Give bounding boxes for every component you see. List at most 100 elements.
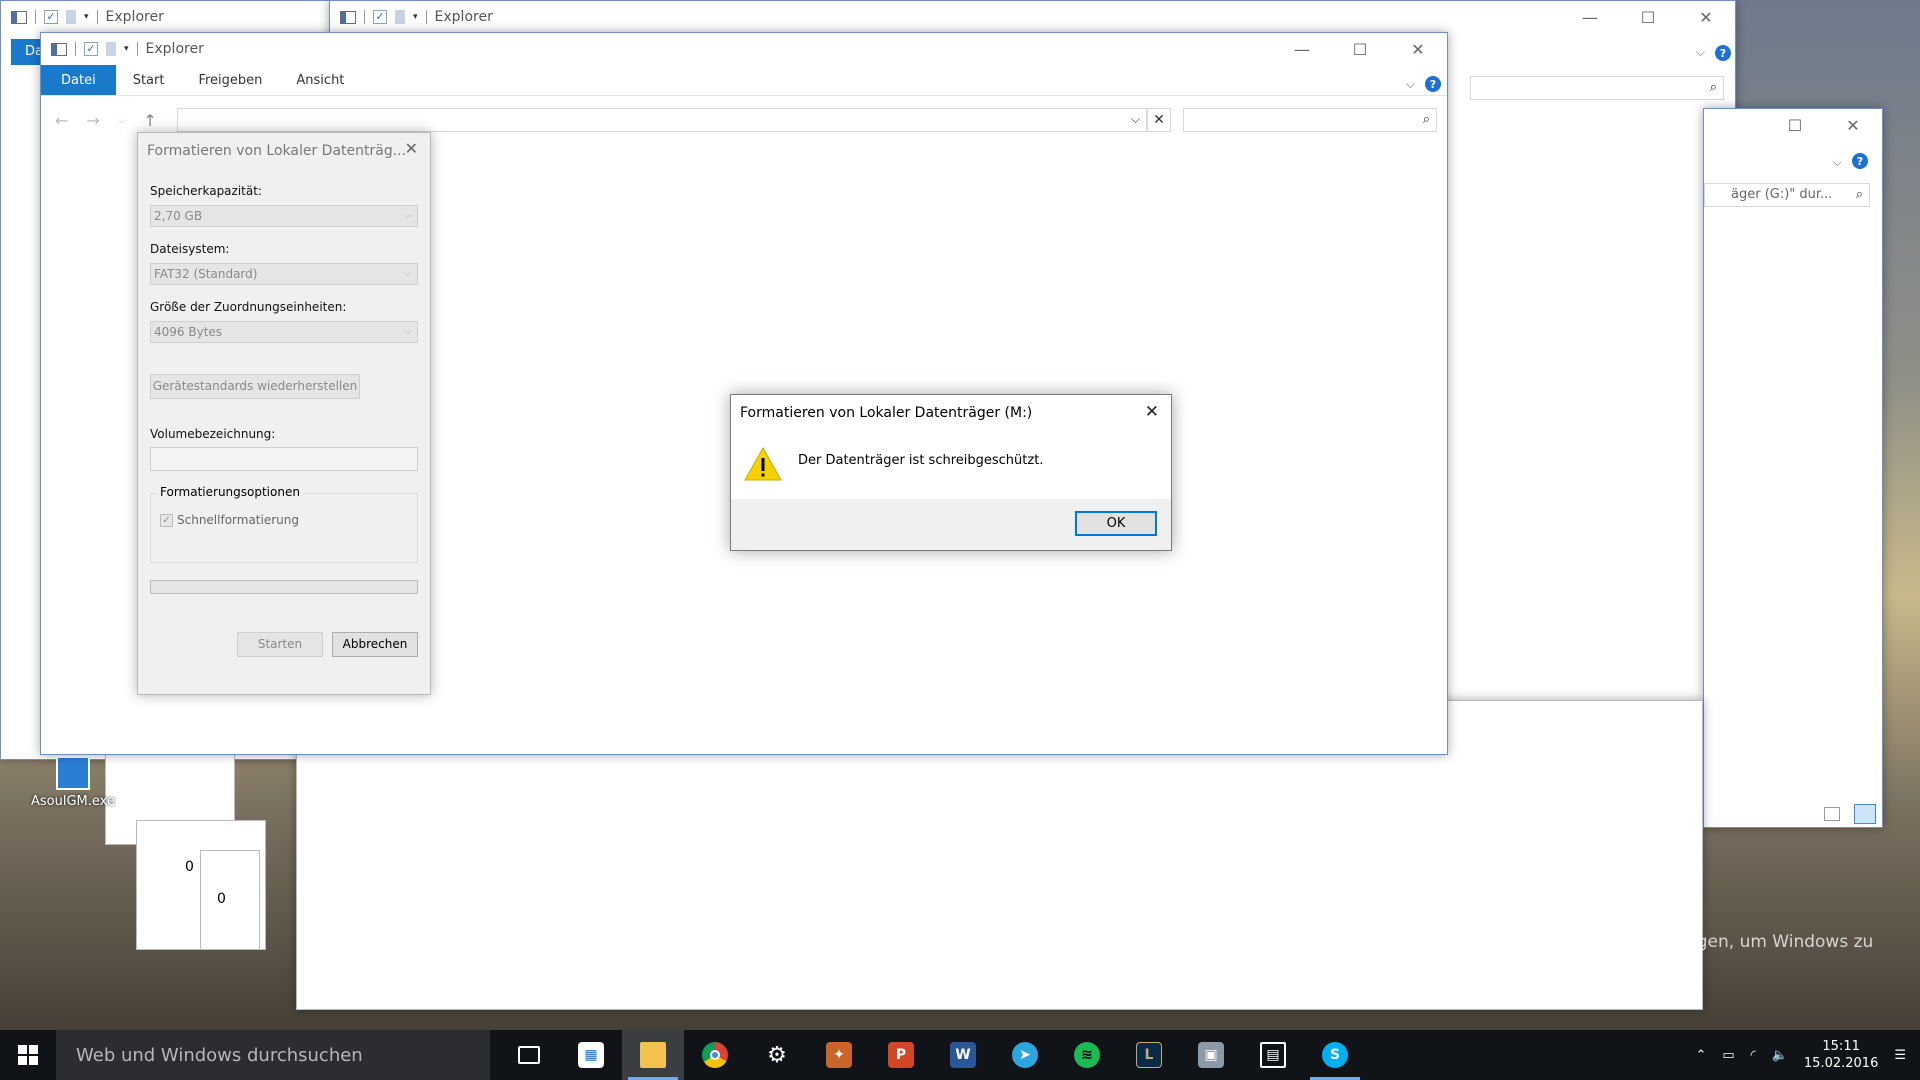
ok-button[interactable]: OK xyxy=(1075,511,1157,536)
minimize-icon[interactable]: — xyxy=(1273,33,1331,65)
store-icon[interactable]: ▦ xyxy=(560,1030,622,1080)
chrome-center xyxy=(710,1050,720,1060)
window-title: Explorer xyxy=(434,9,493,25)
customize-dropdown-icon[interactable]: ▾ xyxy=(413,12,418,22)
quick-access-toolbar: ✓ ▾ Explorer xyxy=(1,9,164,25)
tab-start[interactable]: Start xyxy=(116,65,182,95)
chrome-icon[interactable] xyxy=(684,1030,746,1080)
telegram-icon[interactable]: ➤ xyxy=(994,1030,1056,1080)
new-folder-icon[interactable] xyxy=(66,10,76,24)
properties-icon[interactable]: ✓ xyxy=(373,10,387,24)
photos-icon[interactable]: ▣ xyxy=(1180,1030,1242,1080)
ribbon-expand-icon[interactable]: ⌵ xyxy=(1833,155,1842,170)
quick-format-checkbox[interactable]: ✓ Schnellformatierung xyxy=(160,513,299,527)
battery-icon[interactable]: ▭ xyxy=(1722,1048,1734,1063)
new-folder-icon[interactable] xyxy=(106,42,116,56)
details-view-icon[interactable] xyxy=(1824,807,1840,821)
gear-glyph: ⚙ xyxy=(767,1042,787,1068)
close-icon[interactable]: ✕ xyxy=(1389,33,1447,65)
league-glyph: L xyxy=(1136,1042,1162,1068)
start-button[interactable] xyxy=(0,1030,56,1080)
close-icon[interactable]: ✕ xyxy=(1145,402,1159,422)
taskbar-apps: ▦ ⚙ ✦ P W ➤ ≋ L ▣ ▤ S xyxy=(498,1030,1366,1080)
start-button[interactable]: Starten xyxy=(237,632,323,657)
title-bar[interactable]: ✓ ▾ Explorer — ☐ ✕ xyxy=(330,1,1735,33)
taskbar-search-input[interactable]: Web und Windows durchsuchen xyxy=(56,1030,490,1080)
close-icon[interactable]: ✕ xyxy=(405,139,418,158)
write-protected-message-box[interactable]: Formatieren von Lokaler Datenträger (M:)… xyxy=(730,394,1172,551)
format-dialog[interactable]: Formatieren von Lokaler Datenträg... ✕ S… xyxy=(137,132,431,695)
help-icon[interactable]: ? xyxy=(1425,76,1441,92)
desktop-icon-asoulgm[interactable]: AsoulGM.exe xyxy=(30,756,116,809)
file-explorer-icon[interactable] xyxy=(622,1030,684,1080)
customize-dropdown-icon[interactable]: ▾ xyxy=(84,12,89,22)
capacity-select[interactable]: 2,70 GB ⌵ xyxy=(150,205,418,227)
task-view-icon[interactable] xyxy=(498,1030,560,1080)
movies-glyph: ▤ xyxy=(1260,1042,1286,1068)
league-of-legends-icon[interactable]: L xyxy=(1118,1030,1180,1080)
search-input[interactable]: ⌕ xyxy=(1470,76,1724,100)
up-arrow-icon[interactable]: ↑ xyxy=(143,111,156,131)
message-box-footer: OK xyxy=(731,499,1171,550)
tab-freigeben[interactable]: Freigeben xyxy=(181,65,279,95)
close-icon[interactable]: ✕ xyxy=(1677,1,1735,33)
powerpoint-icon[interactable]: P xyxy=(870,1030,932,1080)
filesystem-select[interactable]: FAT32 (Standard) ⌵ xyxy=(150,263,418,285)
minimize-icon[interactable]: — xyxy=(1561,1,1619,33)
windows-logo-icon xyxy=(18,1045,38,1065)
skype-glyph: S xyxy=(1322,1042,1348,1068)
address-bar[interactable]: ⌵ xyxy=(177,108,1147,132)
allocation-select[interactable]: 4096 Bytes ⌵ xyxy=(150,321,418,343)
tab-datei[interactable]: Datei xyxy=(41,65,116,95)
maximize-icon[interactable]: ☐ xyxy=(1331,33,1389,65)
chevron-up-icon[interactable]: ⌃ xyxy=(1695,1048,1706,1063)
title-bar[interactable]: ✓ ▾ Explorer xyxy=(1,1,339,33)
restore-defaults-button[interactable]: Gerätestandards wiederherstellen xyxy=(150,374,360,399)
window-icon xyxy=(11,10,27,24)
properties-icon[interactable]: ✓ xyxy=(84,42,98,56)
spotify-icon[interactable]: ≋ xyxy=(1056,1030,1118,1080)
ribbon-file-tab[interactable]: Da xyxy=(11,39,43,65)
forward-arrow-icon[interactable]: → xyxy=(86,111,99,131)
unknown-app-icon[interactable]: ✦ xyxy=(808,1030,870,1080)
clock[interactable]: 15:11 15.02.2016 xyxy=(1804,1038,1878,1072)
search-input[interactable]: ⌕ xyxy=(1183,108,1437,132)
customize-dropdown-icon[interactable]: ▾ xyxy=(124,44,129,54)
search-input[interactable]: äger (G:)" dur... ⌕ xyxy=(1704,183,1870,207)
wifi-icon[interactable]: ◜ xyxy=(1751,1048,1756,1063)
watermark-line-1: Wechseln Sie zu den Einstellungen, um Wi… xyxy=(1433,932,1874,952)
volume-label: Volumebezeichnung: xyxy=(150,427,276,441)
chevron-down-icon: ⌵ xyxy=(404,327,411,337)
ribbon-expand-icon[interactable]: ⌵ xyxy=(1696,45,1705,60)
volume-icon[interactable]: 🔈 xyxy=(1772,1048,1788,1063)
maximize-icon[interactable]: ☐ xyxy=(1619,1,1677,33)
help-icon[interactable]: ? xyxy=(1715,45,1731,61)
maximize-icon[interactable]: ☐ xyxy=(1766,109,1824,141)
large-icons-view-icon[interactable] xyxy=(1854,804,1876,824)
back-arrow-icon[interactable]: ← xyxy=(55,111,68,131)
word-icon[interactable]: W xyxy=(932,1030,994,1080)
explorer-window-back-right[interactable]: ☐ ✕ ⌵ ? äger (G:)" dur... ⌕ xyxy=(1703,108,1883,828)
photos-glyph: ▣ xyxy=(1198,1042,1224,1068)
task-view-glyph xyxy=(518,1046,540,1064)
taskbar-search-placeholder: Web und Windows durchsuchen xyxy=(76,1044,363,1066)
address-dropdown-icon[interactable]: ⌵ xyxy=(1131,112,1140,127)
address-clear-button[interactable]: ✕ xyxy=(1147,108,1171,132)
ribbon-expand-icon[interactable]: ⌵ xyxy=(1406,77,1415,92)
action-center-icon[interactable]: ☰ xyxy=(1894,1048,1906,1063)
tab-freigeben-label: Freigeben xyxy=(198,72,263,88)
skype-icon[interactable]: S xyxy=(1304,1030,1366,1080)
tab-ansicht[interactable]: Ansicht xyxy=(279,65,361,95)
close-icon[interactable]: ✕ xyxy=(1824,109,1882,141)
volume-name-field[interactable] xyxy=(150,447,418,471)
search-icon: ⌕ xyxy=(1422,112,1430,127)
movies-icon[interactable]: ▤ xyxy=(1242,1030,1304,1080)
new-folder-icon[interactable] xyxy=(395,10,405,24)
recent-dropdown-icon[interactable]: ⌵ xyxy=(118,111,126,131)
title-bar[interactable]: ✓ ▾ Explorer — ☐ ✕ xyxy=(41,33,1447,65)
window-controls: ☐ ✕ xyxy=(1766,109,1882,141)
cancel-button[interactable]: Abbrechen xyxy=(332,632,418,657)
settings-icon[interactable]: ⚙ xyxy=(746,1030,808,1080)
help-icon[interactable]: ? xyxy=(1852,153,1868,169)
properties-icon[interactable]: ✓ xyxy=(44,10,58,24)
